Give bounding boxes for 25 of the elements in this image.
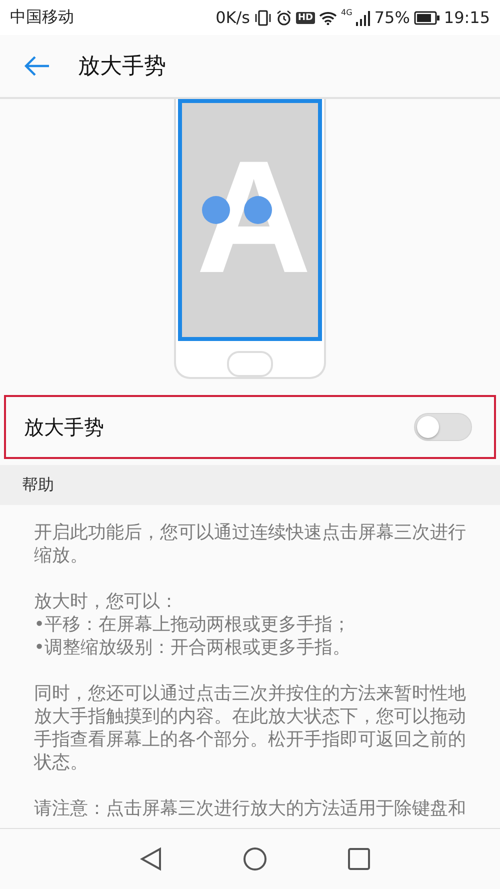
- battery-icon: [414, 10, 440, 24]
- help-text: 开启此功能后，您可以通过连续快速点击屏幕三次进行缩放。: [34, 521, 467, 567]
- page-title: 放大手势: [78, 53, 166, 81]
- battery-percent: 75%: [374, 8, 410, 27]
- home-icon[interactable]: [242, 847, 267, 871]
- section-title: 帮助: [22, 474, 54, 496]
- help-text: 同时，您还可以通过点击三次并按住的方法来暂时性地放大手指触摸到的内容。在此放大状态下，您可以拖动手指查看屏幕上的各个部分。松开手指即可返回之前的状态。: [34, 682, 467, 774]
- wifi-icon: [319, 10, 338, 24]
- setting-label: 放大手势: [24, 414, 105, 440]
- toggle-switch[interactable]: [414, 413, 472, 441]
- clock-time: 19:15: [444, 8, 490, 27]
- carrier-name: 中国移动: [10, 7, 74, 28]
- help-text: 放大时，您可以：: [34, 590, 179, 613]
- signal-icon: [356, 10, 370, 26]
- back-icon[interactable]: [24, 55, 50, 77]
- help-text: 请注意：点击屏幕三次进行放大的方法适用于除键盘和: [34, 797, 467, 820]
- network-speed: 0K/s: [216, 8, 250, 27]
- recent-apps-icon[interactable]: [348, 848, 370, 870]
- network-type: 4G: [341, 8, 352, 17]
- hd-badge: HD: [296, 12, 316, 24]
- help-text: •调整缩放级别：开合两根或更多手指。: [34, 636, 352, 659]
- help-text: •平移：在屏幕上拖动两根或更多手指；: [34, 613, 352, 636]
- vibrate-icon: [254, 10, 272, 26]
- alarm-icon: [276, 10, 292, 26]
- back-icon[interactable]: [140, 847, 162, 871]
